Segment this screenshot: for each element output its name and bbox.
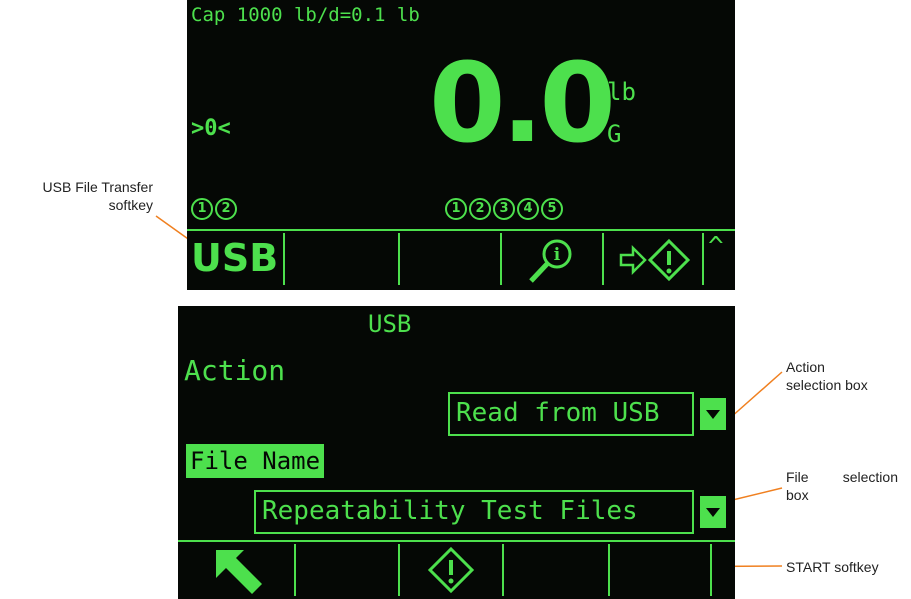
usb-softkey[interactable]: USB <box>191 235 278 281</box>
callout-file-word1: File <box>786 469 809 485</box>
indicator-c5: 5 <box>541 198 563 220</box>
softkey-3[interactable] <box>402 233 498 285</box>
capacity-line: Cap 1000 lb/d=0.1 lb <box>191 4 420 26</box>
usb-softkey-bar-divider <box>178 540 735 542</box>
callout-usb-softkey: USB File Transfer softkey <box>35 178 153 214</box>
callout-action-line1: Action <box>786 359 825 375</box>
callout-usb-line2: softkey <box>108 197 153 213</box>
action-label: Action <box>184 354 286 387</box>
softkey-sep-2 <box>398 233 400 285</box>
caret-up-icon[interactable]: ^ <box>708 232 724 262</box>
file-dropdown-icon[interactable] <box>700 496 726 528</box>
svg-text:i: i <box>554 245 561 265</box>
callout-file-line2: box <box>786 487 809 503</box>
usb-softkey-sep-2 <box>398 544 400 596</box>
callout-action-line2: selection box <box>786 377 868 393</box>
leader-action <box>729 371 783 419</box>
action-select-value: Read from USB <box>456 398 660 428</box>
usb-softkey-sep-4 <box>608 544 610 596</box>
weight-display: 0.0 <box>429 39 616 167</box>
indicator-2: 2 <box>215 198 237 220</box>
softkey-sep-4 <box>602 233 604 285</box>
info-magnifier-icon[interactable]: i <box>523 236 583 286</box>
callout-file-box: File selection box <box>786 468 898 504</box>
softkey-bar-divider <box>187 229 735 231</box>
callout-action-box: Action selection box <box>786 358 868 394</box>
indicator-c1: 1 <box>445 198 467 220</box>
exit-arrow-icon[interactable] <box>210 544 270 598</box>
usb-softkey-sep-1 <box>294 544 296 596</box>
indicator-c2: 2 <box>469 198 491 220</box>
indicator-c3: 3 <box>493 198 515 220</box>
usb-screen-title: USB <box>368 310 412 338</box>
callout-file-word2: selection <box>842 469 898 485</box>
zero-indicator: >0< <box>191 116 231 141</box>
callout-usb-line1: USB File Transfer <box>42 179 153 195</box>
softkey-sep-3 <box>500 233 502 285</box>
usb-softkey-sep-3 <box>502 544 504 596</box>
usb-softkey-4[interactable] <box>506 544 606 596</box>
action-dropdown-icon[interactable] <box>700 398 726 430</box>
arrow-start-icon[interactable] <box>617 238 693 284</box>
left-indicators: 12 <box>191 198 239 220</box>
home-screen: Cap 1000 lb/d=0.1 lb >0< 0.0 lb G 12 123… <box>187 0 735 290</box>
start-diamond-icon[interactable] <box>426 546 476 594</box>
file-name-label-text: File Name <box>190 447 321 475</box>
file-name-label: File Name <box>186 444 325 478</box>
file-select[interactable]: Repeatability Test Files <box>254 490 694 534</box>
indicator-c4: 4 <box>517 198 539 220</box>
callout-file-line1: File selection <box>786 468 898 486</box>
usb-softkey-sep-5 <box>710 544 712 596</box>
softkey-sep-5 <box>702 233 704 285</box>
usb-softkey-5[interactable] <box>612 544 708 596</box>
indicator-1: 1 <box>191 198 213 220</box>
file-select-value: Repeatability Test Files <box>262 496 638 526</box>
unit-label: lb <box>607 78 636 106</box>
usb-screen: USB Action Read from USB File Name Repea… <box>178 306 735 599</box>
action-select[interactable]: Read from USB <box>448 392 694 436</box>
gross-mode-label: G <box>607 120 622 148</box>
callout-start-softkey: START softkey <box>786 559 879 575</box>
center-indicators: 12345 <box>445 198 565 220</box>
usb-softkey-2[interactable] <box>298 544 396 596</box>
softkey-sep-1 <box>283 233 285 285</box>
softkey-2[interactable] <box>287 233 395 285</box>
